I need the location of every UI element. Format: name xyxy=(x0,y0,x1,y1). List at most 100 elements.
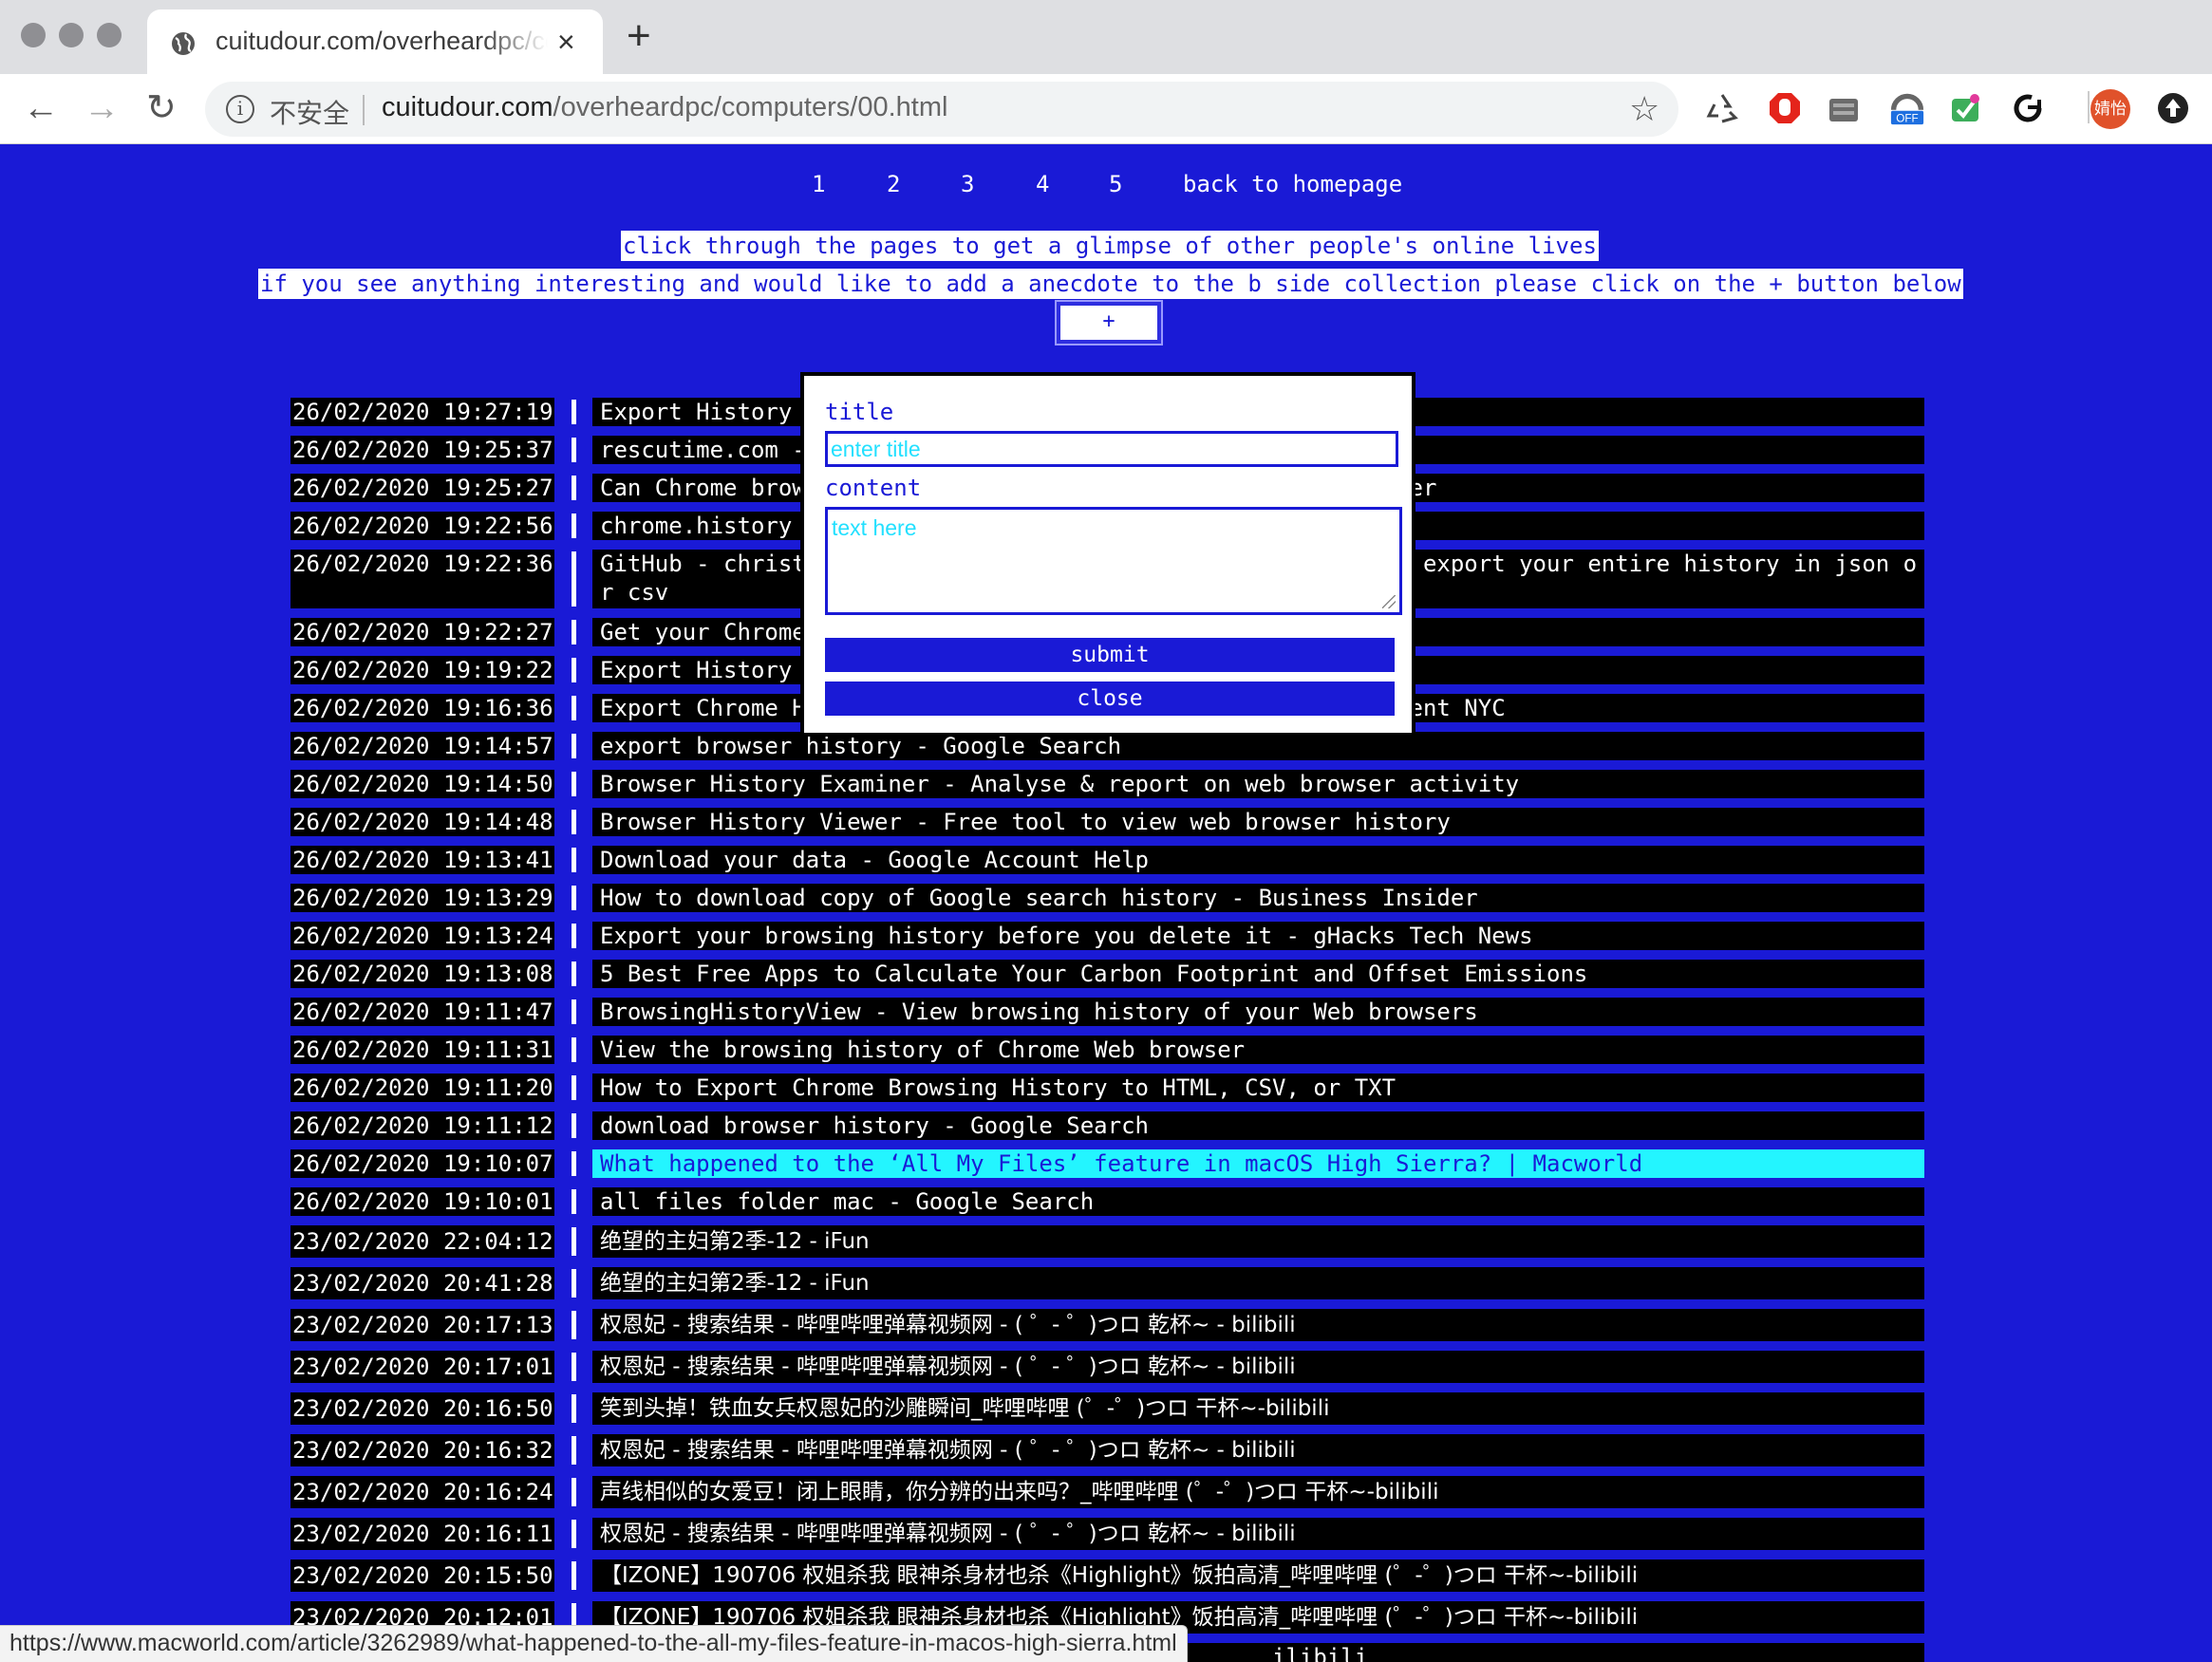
history-timestamp: 26/02/2020 19:11:47 xyxy=(291,998,554,1026)
forward-button[interactable]: → xyxy=(84,89,120,127)
grammar-check-extension-icon[interactable] xyxy=(2011,91,2045,125)
address-bar[interactable]: i 不安全 cuitudour.com/overheardpc/computer… xyxy=(205,82,1678,137)
homepage-link[interactable]: back to homepage xyxy=(1183,171,1402,197)
history-row[interactable]: 23/02/2020 20:41:28 绝望的主妇第2季-12 - iFun xyxy=(291,1267,1924,1299)
history-title-link[interactable]: download browser history - Google Search xyxy=(592,1111,1924,1140)
history-row[interactable]: 26/02/2020 19:11:20 How to Export Chrome … xyxy=(291,1074,1924,1102)
history-row[interactable]: 26/02/2020 19:13:29 How to download copy … xyxy=(291,884,1924,912)
bookmark-star-icon[interactable]: ☆ xyxy=(1629,89,1659,129)
profile-avatar[interactable]: 婧怡 xyxy=(2090,89,2130,129)
history-title-link[interactable]: View the browsing history of Chrome Web … xyxy=(592,1036,1924,1064)
history-title-link[interactable]: How to download copy of Google search hi… xyxy=(592,884,1924,912)
new-tab-button[interactable]: + xyxy=(627,15,651,57)
history-timestamp: 23/02/2020 20:16:32 xyxy=(291,1434,554,1466)
upload-extension-icon[interactable] xyxy=(2156,91,2190,125)
history-row[interactable]: 23/02/2020 20:17:01 权恩妃 - 搜索结果 - 哔哩哔哩弹幕视频… xyxy=(291,1351,1924,1383)
history-title-link[interactable]: What happened to the ‘All My Files’ feat… xyxy=(592,1149,1924,1178)
checklist-extension-icon[interactable] xyxy=(1948,91,1982,125)
history-row[interactable]: 26/02/2020 19:14:50 Browser History Exami… xyxy=(291,770,1924,798)
row-divider xyxy=(572,400,576,424)
page-link-2[interactable]: 2 xyxy=(887,171,900,197)
history-row[interactable]: 26/02/2020 19:11:12 download browser hist… xyxy=(291,1111,1924,1140)
history-row[interactable]: 26/02/2020 19:10:07 What happened to the … xyxy=(291,1149,1924,1178)
history-row[interactable]: 26/02/2020 19:13:41 Download your data - … xyxy=(291,846,1924,874)
row-divider xyxy=(572,962,576,986)
history-row[interactable]: 26/02/2020 19:13:24 Export your browsing … xyxy=(291,922,1924,950)
history-title-link[interactable]: Download your data - Google Account Help xyxy=(592,846,1924,874)
zoom-window-button[interactable] xyxy=(97,23,122,47)
history-title-link[interactable]: 权恩妃 - 搜索结果 - 哔哩哔哩弹幕视频网 - ( ゜- ゜)つロ 乾杯~ -… xyxy=(592,1518,1924,1550)
history-row[interactable]: 23/02/2020 20:17:13 权恩妃 - 搜索结果 - 哔哩哔哩弹幕视频… xyxy=(291,1309,1924,1341)
row-divider xyxy=(572,476,576,500)
reload-button[interactable]: ↻ xyxy=(146,89,177,127)
address-url[interactable]: cuitudour.com/overheardpc/computers/00.h… xyxy=(382,92,947,123)
row-divider xyxy=(572,1269,576,1298)
row-divider xyxy=(572,1113,576,1138)
history-row[interactable]: 23/02/2020 20:15:50 【IZONE】190706 权姐杀我 眼神… xyxy=(291,1559,1924,1592)
history-title-link[interactable]: all files folder mac - Google Search xyxy=(592,1187,1924,1216)
history-title-link[interactable]: 绝望的主妇第2季-12 - iFun xyxy=(592,1267,1924,1299)
back-button[interactable]: ← xyxy=(23,89,59,127)
link-status-bar: https://www.macworld.com/article/3262989… xyxy=(0,1625,1188,1662)
history-row[interactable]: 26/02/2020 19:11:47 BrowsingHistoryView -… xyxy=(291,998,1924,1026)
history-timestamp: 26/02/2020 19:11:31 xyxy=(291,1036,554,1064)
recycle-extension-icon[interactable] xyxy=(1705,91,1739,125)
row-divider xyxy=(572,848,576,872)
history-timestamp: 23/02/2020 20:17:13 xyxy=(291,1309,554,1341)
intro-line-1: click through the pages to get a glimpse… xyxy=(621,231,1599,261)
add-anecdote-button[interactable]: + xyxy=(1057,302,1161,344)
resize-grip-icon[interactable] xyxy=(1382,595,1396,608)
history-timestamp: 26/02/2020 19:16:36 xyxy=(291,694,554,722)
speedometer-extension-icon[interactable]: OFF xyxy=(1887,91,1927,125)
history-timestamp: 23/02/2020 20:17:01 xyxy=(291,1351,554,1383)
history-title-link[interactable]: How to Export Chrome Browsing History to… xyxy=(592,1074,1924,1102)
history-title-link[interactable]: 权恩妃 - 搜索结果 - 哔哩哔哩弹幕视频网 - ( ゜- ゜)つロ 乾杯~ -… xyxy=(592,1309,1924,1341)
submit-button[interactable]: submit xyxy=(825,638,1395,672)
archive-extension-icon[interactable] xyxy=(1827,91,1861,125)
history-row[interactable]: 23/02/2020 22:04:12 绝望的主妇第2季-12 - iFun xyxy=(291,1225,1924,1258)
history-title-link[interactable]: BrowsingHistoryView - View browsing hist… xyxy=(592,998,1924,1026)
page-link-1[interactable]: 1 xyxy=(812,171,825,197)
minimize-window-button[interactable] xyxy=(59,23,84,47)
browser-tab[interactable]: cuitudour.com/overheardpc/co × xyxy=(147,9,603,74)
history-row[interactable]: 26/02/2020 19:14:48 Browser History Viewe… xyxy=(291,808,1924,836)
history-title-link[interactable]: 绝望的主妇第2季-12 - iFun xyxy=(592,1225,1924,1258)
content-textarea[interactable]: text here xyxy=(825,507,1402,615)
history-title-link[interactable]: Browser History Viewer - Free tool to vi… xyxy=(592,808,1924,836)
page-link-5[interactable]: 5 xyxy=(1109,171,1122,197)
row-divider xyxy=(572,734,576,758)
info-icon[interactable]: i xyxy=(226,95,254,123)
history-timestamp: 26/02/2020 19:11:20 xyxy=(291,1074,554,1102)
history-row[interactable]: 23/02/2020 20:16:11 权恩妃 - 搜索结果 - 哔哩哔哩弹幕视频… xyxy=(291,1518,1924,1550)
tab-title-fade xyxy=(481,23,548,61)
close-window-button[interactable] xyxy=(21,23,46,47)
title-input[interactable]: enter title xyxy=(825,431,1398,467)
row-divider xyxy=(572,551,576,607)
adblock-extension-icon[interactable] xyxy=(1768,91,1802,125)
history-row[interactable]: 26/02/2020 19:13:08 5 Best Free Apps to C… xyxy=(291,960,1924,988)
row-divider xyxy=(572,1037,576,1062)
history-row[interactable]: 26/02/2020 19:11:31 View the browsing his… xyxy=(291,1036,1924,1064)
history-title-link[interactable]: 声线相似的女爱豆！闭上眼睛，你分辨的出来吗？_哔哩哔哩 (゜-゜)つロ 干杯~-… xyxy=(592,1476,1924,1508)
history-row[interactable]: 23/02/2020 20:16:24 声线相似的女爱豆！闭上眼睛，你分辨的出来吗… xyxy=(291,1476,1924,1508)
history-timestamp: 23/02/2020 20:16:11 xyxy=(291,1518,554,1550)
history-timestamp: 23/02/2020 20:16:24 xyxy=(291,1476,554,1508)
history-title-link[interactable]: 【IZONE】190706 权姐杀我 眼神杀身材也杀《Highlight》饭拍高… xyxy=(592,1559,1924,1592)
history-timestamp: 26/02/2020 19:25:27 xyxy=(291,474,554,502)
history-title-link[interactable]: 权恩妃 - 搜索结果 - 哔哩哔哩弹幕视频网 - ( ゜- ゜)つロ 乾杯~ -… xyxy=(592,1351,1924,1383)
history-row[interactable]: 26/02/2020 19:10:01 all files folder mac … xyxy=(291,1187,1924,1216)
page-link-4[interactable]: 4 xyxy=(1036,171,1049,197)
close-button[interactable]: close xyxy=(825,682,1395,716)
page-link-3[interactable]: 3 xyxy=(961,171,974,197)
history-title-link[interactable]: Export your browsing history before you … xyxy=(592,922,1924,950)
history-title-link[interactable]: 权恩妃 - 搜索结果 - 哔哩哔哩弹幕视频网 - ( ゜- ゜)つロ 乾杯~ -… xyxy=(592,1434,1924,1466)
insecure-label[interactable]: 不安全 xyxy=(270,93,349,131)
row-divider xyxy=(572,810,576,834)
row-divider xyxy=(572,658,576,682)
history-row[interactable]: 23/02/2020 20:16:32 权恩妃 - 搜索结果 - 哔哩哔哩弹幕视频… xyxy=(291,1434,1924,1466)
history-title-link[interactable]: 5 Best Free Apps to Calculate Your Carbo… xyxy=(592,960,1924,988)
tab-close-icon[interactable]: × xyxy=(557,23,575,61)
history-row[interactable]: 23/02/2020 20:16:50 笑到头掉！铁血女兵权恩妃的沙雕瞬间_哔哩哔… xyxy=(291,1392,1924,1425)
history-title-link[interactable]: 笑到头掉！铁血女兵权恩妃的沙雕瞬间_哔哩哔哩 (゜-゜)つロ 干杯~-bilib… xyxy=(592,1392,1924,1425)
history-title-link[interactable]: Browser History Examiner - Analyse & rep… xyxy=(592,770,1924,798)
